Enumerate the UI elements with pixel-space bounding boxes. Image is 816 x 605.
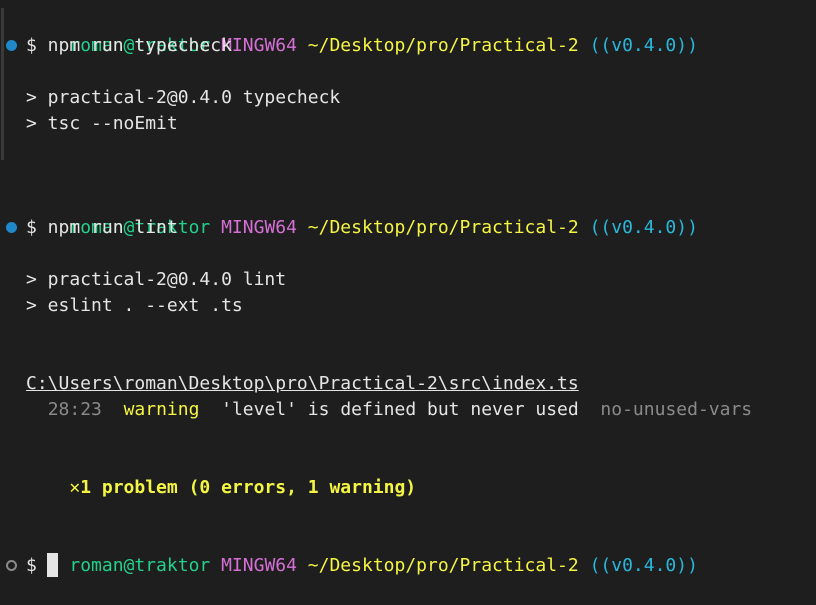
lint-rule: no-unused-vars	[600, 399, 753, 420]
command-idle-decoration-icon[interactable]	[6, 560, 17, 571]
prompt-system: MINGW64	[221, 35, 297, 56]
prompt-branch: ((v0.4.0))	[589, 555, 698, 576]
prompt-line: roman@traktor MINGW64 ~/Desktop/pro/Prac…	[26, 7, 698, 56]
command-success-decoration-icon[interactable]	[6, 40, 17, 51]
prompt-branch: ((v0.4.0))	[589, 35, 698, 56]
output-line: > practical-2@0.4.0 typecheck	[26, 87, 341, 108]
lint-file-path-link[interactable]: C:\Users\roman\Desktop\pro\Practical-2\s…	[26, 371, 579, 397]
prompt-path: ~/Desktop/pro/Practical-2	[307, 35, 579, 56]
prompt-branch: ((v0.4.0))	[589, 217, 698, 238]
command-success-decoration-icon[interactable]	[6, 222, 17, 233]
output-line: > practical-2@0.4.0 lint	[26, 269, 287, 290]
lint-severity: warning	[123, 399, 200, 420]
prompt-path: ~/Desktop/pro/Practical-2	[307, 217, 579, 238]
lint-summary-text: 1 problem (0 errors, 1 warning)	[80, 477, 417, 498]
command-line: $ npm run typecheck	[26, 35, 232, 56]
lint-message: 'level' is defined but never used	[221, 399, 579, 420]
text-cursor	[47, 553, 58, 577]
lint-summary: ✕1 problem (0 errors, 1 warning)	[26, 449, 416, 498]
prompt-path: ~/Desktop/pro/Practical-2	[307, 555, 579, 576]
lint-warning-line: 28:23 warning 'level' is defined but nev…	[26, 397, 752, 423]
command-line: $ npm run lint	[26, 217, 178, 238]
prompt-user: roman@traktor	[69, 555, 211, 576]
prompt-system: MINGW64	[221, 217, 297, 238]
prompt-line: roman@traktor MINGW64 ~/Desktop/pro/Prac…	[26, 527, 698, 576]
output-line: > eslint . --ext .ts	[26, 295, 243, 316]
terminal[interactable]: roman@traktor MINGW64 ~/Desktop/pro/Prac…	[0, 0, 816, 596]
problem-x-icon: ✕	[69, 477, 81, 498]
output-line: > tsc --noEmit	[26, 113, 178, 134]
prompt-line: roman@traktor MINGW64 ~/Desktop/pro/Prac…	[26, 189, 698, 238]
prompt-system: MINGW64	[221, 555, 297, 576]
current-input-line[interactable]: $	[26, 553, 37, 579]
lint-location: 28:23	[47, 399, 102, 420]
command-gutter-bar	[1, 8, 4, 160]
